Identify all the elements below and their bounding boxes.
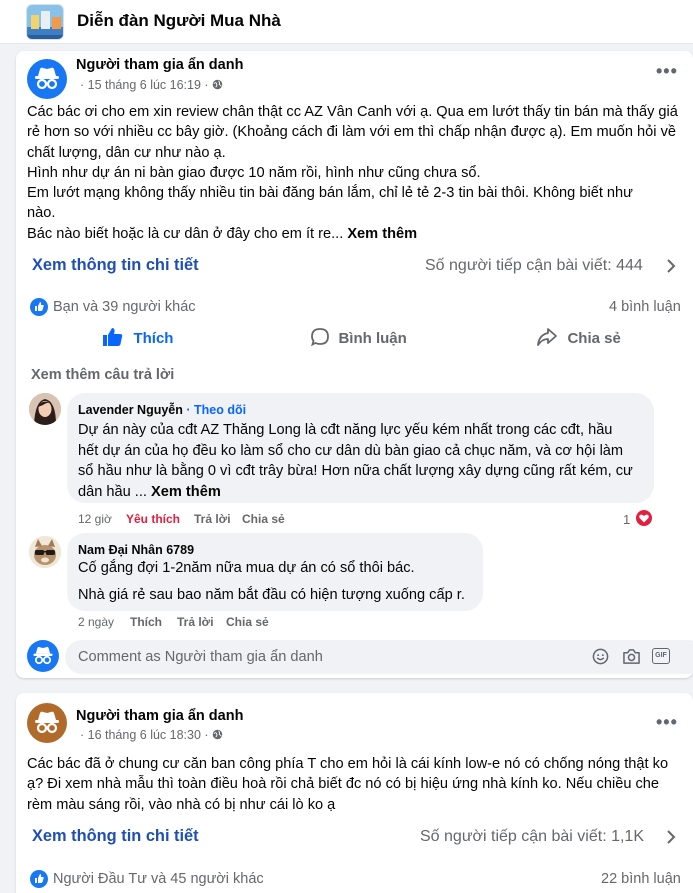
- post-body: Các bác đã ở chung cư căn ban công phía …: [27, 754, 668, 815]
- post-body-line: rèm màu sáng rồi, vào nhà có bị như cái …: [27, 796, 336, 813]
- gif-icon[interactable]: GIF: [652, 648, 670, 664]
- post-body-line: Các bác đã ở chung cư căn ban công phía …: [27, 756, 669, 772]
- commenter-avatar[interactable]: [29, 536, 61, 568]
- comment-like-action[interactable]: Thích: [130, 615, 162, 629]
- anonymous-avatar[interactable]: [27, 59, 67, 99]
- comment-author[interactable]: Lavender Nguyễn: [78, 403, 183, 417]
- post-timestamp[interactable]: · 15 tháng 6 lúc 16:19 ·: [80, 78, 223, 92]
- comment-reaction-number: 1: [623, 512, 631, 527]
- view-details-link[interactable]: Xem thông tin chi tiết: [32, 827, 199, 846]
- post-body-line: chất lượng, dân cư như nào ạ.: [27, 144, 226, 161]
- comment-author-line: Lavender Nguyễn · Theo dõi: [78, 403, 246, 417]
- post-body-line-last: Bác nào biết hoặc là cư dân ở đây cho em…: [27, 224, 678, 244]
- comment-line: Dự án này của cđt AZ Thăng Long là cđt n…: [78, 422, 613, 438]
- comment-time[interactable]: 12 giờ: [78, 512, 112, 526]
- anonymous-icon: [35, 67, 59, 90]
- like-label: Thích: [133, 330, 174, 347]
- group-title[interactable]: Diễn đàn Người Mua Nhà: [77, 11, 281, 31]
- post-body-truncated: Bác nào biết hoặc là cư dân ở đây cho em…: [27, 225, 344, 242]
- globe-icon: [212, 729, 223, 740]
- comment-input[interactable]: Comment as Người tham gia ẩn danh GIF: [65, 640, 693, 674]
- chevron-right-icon[interactable]: [666, 829, 676, 850]
- post-time-text[interactable]: · 16 tháng 6 lúc 18:30 ·: [80, 728, 209, 742]
- post-body-line: nào.: [27, 205, 56, 222]
- anonymous-icon: [33, 646, 53, 665]
- share-button[interactable]: Chia sẻ: [536, 327, 621, 348]
- post-reach[interactable]: Số người tiếp cận bài viết: 444: [425, 257, 643, 275]
- comment-time[interactable]: 2 ngày: [78, 615, 114, 629]
- post-body-line: Các bác ơi cho em xin review chân thật c…: [27, 104, 678, 120]
- thumbs-up-icon: [103, 328, 123, 346]
- comments-count[interactable]: 22 bình luận: [601, 871, 681, 887]
- follow-link[interactable]: · Theo dõi: [186, 403, 246, 417]
- comment-reply-action[interactable]: Trả lời: [177, 615, 214, 629]
- comment-bubble: Nam Đại Nhân 6789 Cố gắng đợi 1-2năm nữa…: [67, 533, 483, 611]
- comment-love-action[interactable]: Yêu thích: [126, 512, 180, 526]
- reactions-summary[interactable]: Bạn và 39 người khác: [53, 299, 196, 315]
- comment-reply-action[interactable]: Trả lời: [194, 512, 231, 526]
- love-reaction-icon: [634, 509, 653, 527]
- comment-icon: [311, 328, 329, 347]
- post-timestamp[interactable]: · 16 tháng 6 lúc 18:30 ·: [80, 728, 223, 742]
- comment-share-action[interactable]: Chia sẻ: [226, 615, 269, 629]
- comment-label: Bình luận: [338, 330, 407, 347]
- comment-placeholder[interactable]: Comment as Người tham gia ẩn danh: [78, 649, 323, 665]
- comments-count[interactable]: 4 bình luận: [609, 299, 681, 315]
- see-more-link[interactable]: Xem thêm: [151, 484, 221, 500]
- comment-line: sổ hầu như là bằng 0 vì cđt trây bừa! Hơ…: [78, 463, 633, 480]
- post-author[interactable]: Người tham gia ẩn danh: [76, 708, 243, 724]
- like-reaction-icon[interactable]: [30, 298, 48, 321]
- comment-truncated: dân hầu ...: [78, 483, 147, 500]
- comment-button[interactable]: Bình luận: [310, 327, 407, 348]
- group-cover-thumbnail[interactable]: [26, 4, 64, 40]
- comment-line: Nhà giá rẻ sau bao năm bắt đầu có hiện t…: [78, 587, 465, 603]
- current-user-avatar: [27, 640, 59, 672]
- post-card: Người tham gia ẩn danh · 16 tháng 6 lúc …: [16, 693, 693, 893]
- view-details-link[interactable]: Xem thông tin chi tiết: [32, 256, 199, 275]
- post-card: Người tham gia ẩn danh · 15 tháng 6 lúc …: [16, 51, 693, 678]
- post-body: Các bác ơi cho em xin review chân thật c…: [27, 102, 678, 244]
- view-more-replies-link[interactable]: Xem thêm câu trả lời: [31, 367, 174, 383]
- commenter-avatar[interactable]: [29, 393, 61, 425]
- comment-author[interactable]: Nam Đại Nhân 6789: [78, 543, 194, 557]
- share-icon: [537, 328, 557, 346]
- comment-line-last: dân hầu ... Xem thêm: [78, 482, 633, 503]
- comment-line: hết dự án của họ đều ko làm sổ cho cư dâ…: [78, 442, 624, 459]
- comment-line: Cố gắng đợi 1-2năm nữa mua dự án có sổ t…: [78, 560, 415, 576]
- like-button[interactable]: Thích: [102, 327, 173, 348]
- more-options-icon[interactable]: •••: [656, 61, 678, 82]
- comment-share-action[interactable]: Chia sẻ: [242, 512, 285, 526]
- more-options-icon[interactable]: •••: [656, 712, 678, 733]
- emoji-icon[interactable]: [592, 648, 609, 670]
- post-body-line: ạ? Đi xem nhà mẫu thì toàn điều hoà rồi …: [27, 776, 660, 793]
- reactions-summary[interactable]: Người Đầu Tư và 45 người khác: [53, 871, 264, 887]
- post-body-line: Hình như dự án ni bàn giao được 10 năm r…: [27, 164, 481, 181]
- anonymous-avatar[interactable]: [27, 703, 67, 743]
- share-label: Chia sẻ: [567, 330, 621, 347]
- comment-bubble: Lavender Nguyễn · Theo dõi Dự án này của…: [67, 393, 654, 503]
- post-author[interactable]: Người tham gia ẩn danh: [76, 57, 243, 73]
- see-more-link[interactable]: Xem thêm: [347, 226, 417, 242]
- comment-text: Dự án này của cđt AZ Thăng Long là cđt n…: [78, 420, 633, 502]
- chevron-right-icon[interactable]: [666, 258, 676, 279]
- post-time-text[interactable]: · 15 tháng 6 lúc 16:19 ·: [80, 78, 209, 92]
- like-reaction-icon[interactable]: [30, 870, 48, 893]
- anonymous-icon: [35, 711, 59, 734]
- comment-reaction-count[interactable]: 1: [623, 509, 653, 532]
- post-reach[interactable]: Số người tiếp cận bài viết: 1,1K: [420, 828, 644, 846]
- post-body-line: Em lướt mạng không thấy nhiều tin bài đă…: [27, 185, 633, 202]
- camera-icon[interactable]: [622, 648, 641, 670]
- post-body-line: rẻ hơn so với nhiều cc bây giờ. (Khoảng …: [27, 124, 676, 141]
- globe-icon: [212, 79, 223, 90]
- group-header: Diễn đàn Người Mua Nhà: [0, 0, 693, 44]
